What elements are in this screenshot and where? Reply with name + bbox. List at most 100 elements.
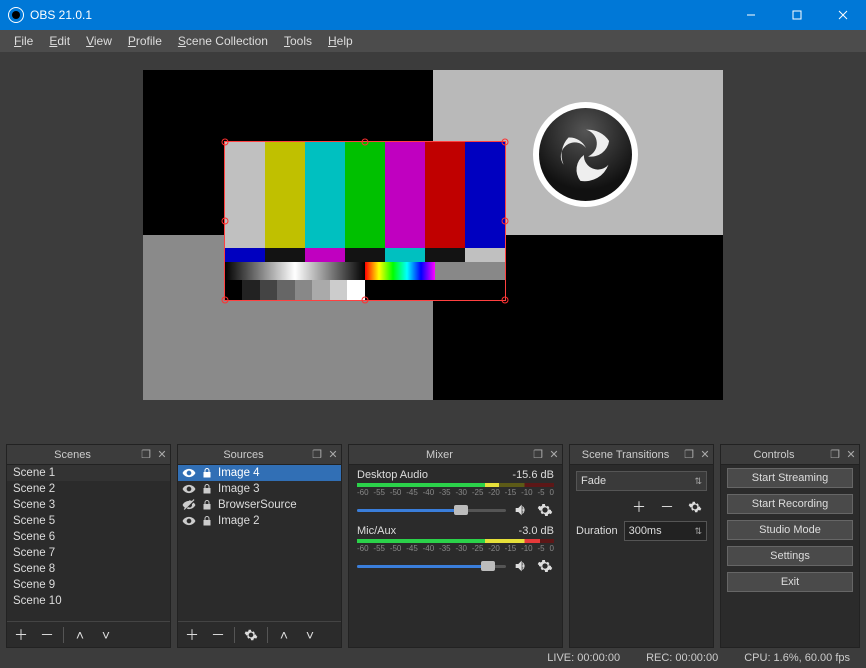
dock-close-icon[interactable]: ✕ xyxy=(546,448,562,461)
menu-profile[interactable]: Profile xyxy=(120,32,170,50)
dock-popout-icon[interactable]: ❐ xyxy=(827,448,843,461)
resize-handle[interactable] xyxy=(362,297,369,304)
add-transition-button[interactable]: ＋ xyxy=(629,497,649,517)
duration-label: Duration xyxy=(576,525,618,537)
source-item[interactable]: Image 3 xyxy=(178,481,341,497)
dock-title: Controls xyxy=(721,449,827,461)
scene-item[interactable]: Scene 7 xyxy=(7,545,170,561)
lock-icon[interactable] xyxy=(200,498,214,512)
dock-popout-icon[interactable]: ❐ xyxy=(309,448,325,461)
controls-dock: Controls ❐ ✕ Start Streaming Start Record… xyxy=(720,444,860,648)
add-source-button[interactable]: ＋ xyxy=(182,625,202,645)
duration-spinbox[interactable]: 300ms ⇅ xyxy=(624,521,707,541)
visibility-toggle-icon[interactable] xyxy=(182,514,196,528)
scene-item[interactable]: Scene 6 xyxy=(7,529,170,545)
exit-button[interactable]: Exit xyxy=(727,572,853,592)
app-icon xyxy=(8,7,24,23)
scene-item[interactable]: Scene 9 xyxy=(7,577,170,593)
scene-item[interactable]: Scene 5 xyxy=(7,513,170,529)
resize-handle[interactable] xyxy=(502,297,509,304)
channel-level: -15.6 dB xyxy=(512,469,554,481)
dock-close-icon[interactable]: ✕ xyxy=(843,448,859,461)
selected-source-bounds[interactable] xyxy=(225,142,505,300)
scenes-dock: Scenes ❐ ✕ Scene 1Scene 2Scene 3Scene 5S… xyxy=(6,444,171,648)
menu-view[interactable]: View xyxy=(78,32,120,50)
remove-transition-button[interactable]: － xyxy=(657,497,677,517)
source-item[interactable]: Image 4 xyxy=(178,465,341,481)
resize-handle[interactable] xyxy=(222,218,229,225)
dock-close-icon[interactable]: ✕ xyxy=(325,448,341,461)
menu-help[interactable]: Help xyxy=(320,32,361,50)
move-scene-down-button[interactable]: ˅ xyxy=(96,625,116,645)
studio-mode-button[interactable]: Studio Mode xyxy=(727,520,853,540)
move-source-down-button[interactable]: ˅ xyxy=(300,625,320,645)
source-item[interactable]: BrowserSource xyxy=(178,497,341,513)
visibility-toggle-icon[interactable] xyxy=(182,466,196,480)
channel-settings-button[interactable] xyxy=(536,557,554,575)
add-scene-button[interactable]: ＋ xyxy=(11,625,31,645)
lock-icon[interactable] xyxy=(200,482,214,496)
menu-edit[interactable]: Edit xyxy=(41,32,78,50)
chevron-updown-icon: ⇅ xyxy=(694,476,702,487)
volume-slider[interactable] xyxy=(357,559,506,573)
menu-scene-collection[interactable]: Scene Collection xyxy=(170,32,276,50)
resize-handle[interactable] xyxy=(502,218,509,225)
resize-handle[interactable] xyxy=(362,139,369,146)
duration-value: 300ms xyxy=(629,525,662,537)
scene-item[interactable]: Scene 3 xyxy=(7,497,170,513)
window-close-button[interactable] xyxy=(820,0,866,30)
channel-settings-button[interactable] xyxy=(536,501,554,519)
resize-handle[interactable] xyxy=(222,139,229,146)
visibility-toggle-icon[interactable] xyxy=(182,498,196,512)
remove-scene-button[interactable]: － xyxy=(37,625,57,645)
menu-file[interactable]: File xyxy=(6,32,41,50)
meter-ticks: -60-55-50-45-40-35-30-25-20-15-10-50 xyxy=(357,488,554,497)
scene-item[interactable]: Scene 10 xyxy=(7,593,170,609)
start-streaming-button[interactable]: Start Streaming xyxy=(727,468,853,488)
window-titlebar: OBS 21.0.1 xyxy=(0,0,866,30)
window-maximize-button[interactable] xyxy=(774,0,820,30)
dock-title: Scene Transitions xyxy=(570,449,681,461)
lock-icon[interactable] xyxy=(200,514,214,528)
mute-button[interactable] xyxy=(512,501,530,519)
mute-button[interactable] xyxy=(512,557,530,575)
window-title: OBS 21.0.1 xyxy=(30,8,92,22)
dock-close-icon[interactable]: ✕ xyxy=(154,448,170,461)
resize-handle[interactable] xyxy=(502,139,509,146)
docks-row: Scenes ❐ ✕ Scene 1Scene 2Scene 3Scene 5S… xyxy=(0,444,866,648)
preview-area xyxy=(0,52,866,444)
dock-popout-icon[interactable]: ❐ xyxy=(138,448,154,461)
source-item[interactable]: Image 2 xyxy=(178,513,341,529)
chevron-updown-icon: ⇅ xyxy=(694,526,702,537)
source-label: Image 3 xyxy=(218,483,260,495)
move-source-up-button[interactable]: ˄ xyxy=(274,625,294,645)
visibility-toggle-icon[interactable] xyxy=(182,482,196,496)
scene-item[interactable]: Scene 1 xyxy=(7,465,170,481)
status-bar: LIVE: 00:00:00 REC: 00:00:00 CPU: 1.6%, … xyxy=(0,648,866,668)
preview-canvas[interactable] xyxy=(143,70,723,400)
menu-tools[interactable]: Tools xyxy=(276,32,320,50)
transition-select[interactable]: Fade ⇅ xyxy=(576,471,707,491)
resize-handle[interactable] xyxy=(222,297,229,304)
lock-icon[interactable] xyxy=(200,466,214,480)
source-properties-button[interactable] xyxy=(241,625,261,645)
vu-meter xyxy=(357,539,554,543)
remove-source-button[interactable]: － xyxy=(208,625,228,645)
scene-item[interactable]: Scene 2 xyxy=(7,481,170,497)
transition-properties-button[interactable] xyxy=(685,497,705,517)
move-scene-up-button[interactable]: ˄ xyxy=(70,625,90,645)
settings-button[interactable]: Settings xyxy=(727,546,853,566)
scene-item[interactable]: Scene 8 xyxy=(7,561,170,577)
start-recording-button[interactable]: Start Recording xyxy=(727,494,853,514)
dock-title: Mixer xyxy=(349,449,530,461)
status-cpu: CPU: 1.6%, 60.00 fps xyxy=(744,652,850,664)
dock-popout-icon[interactable]: ❐ xyxy=(530,448,546,461)
dock-popout-icon[interactable]: ❐ xyxy=(681,448,697,461)
dock-close-icon[interactable]: ✕ xyxy=(697,448,713,461)
scene-list[interactable]: Scene 1Scene 2Scene 3Scene 5Scene 6Scene… xyxy=(7,465,170,621)
vu-meter xyxy=(357,483,554,487)
volume-slider[interactable] xyxy=(357,503,506,517)
source-list[interactable]: Image 4 Image 3 BrowserSourceImage 2 xyxy=(178,465,341,621)
transition-selected: Fade xyxy=(581,475,606,487)
window-minimize-button[interactable] xyxy=(728,0,774,30)
